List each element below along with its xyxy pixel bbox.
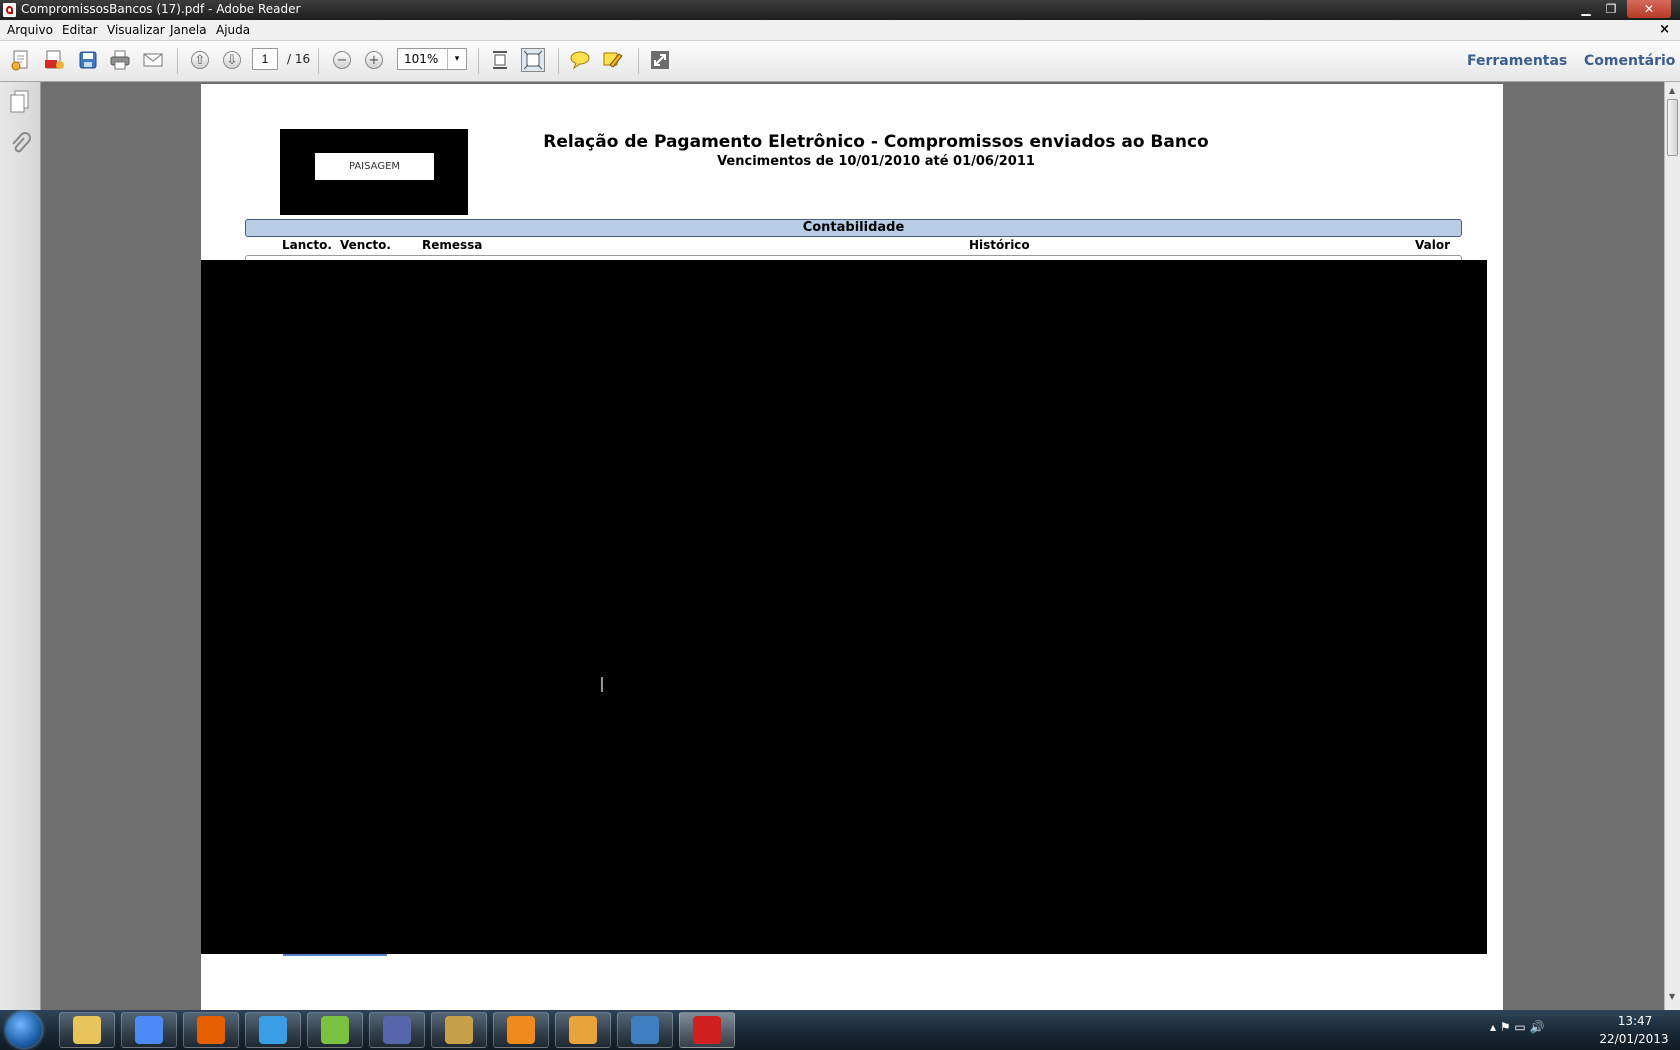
zoom-in-button[interactable]: + <box>362 48 386 72</box>
maximize-button[interactable]: ❐ <box>1600 0 1622 18</box>
zoom-select[interactable]: 101% ▾ <box>397 48 467 70</box>
close-document-button[interactable]: × <box>1659 22 1670 37</box>
report-subtitle: Vencimentos de 10/01/2010 até 01/06/2011 <box>717 154 1035 169</box>
s-app-icon <box>631 1016 659 1044</box>
fit-page-button[interactable] <box>521 48 545 72</box>
fit-width-button[interactable] <box>488 48 512 72</box>
taskbar-internet-explorer[interactable] <box>245 1012 301 1048</box>
tools-panel-button[interactable]: Ferramentas <box>1467 53 1567 69</box>
firefox-icon <box>197 1016 225 1044</box>
navigation-pane <box>0 82 41 1010</box>
menu-editar[interactable]: Editar <box>62 23 98 37</box>
zoom-out-button[interactable]: − <box>330 48 354 72</box>
chrome-icon <box>135 1016 163 1044</box>
text-cursor-icon: Ι <box>599 673 605 697</box>
expand-icon <box>651 51 669 69</box>
scrollbar-thumb[interactable] <box>1667 99 1678 156</box>
notepad-icon <box>321 1016 349 1044</box>
minimize-button[interactable]: ▁ <box>1575 0 1597 18</box>
close-window-button[interactable]: ✕ <box>1627 0 1671 18</box>
adobe-reader-icon <box>3 3 16 17</box>
taskbar-tools[interactable] <box>431 1012 487 1048</box>
page-total: / 16 <box>287 52 311 66</box>
internet-explorer-icon <box>259 1016 287 1044</box>
clock-time[interactable]: 13:47 <box>1605 1014 1665 1028</box>
vertical-scrollbar[interactable]: ▲ ▼ <box>1664 82 1680 1010</box>
print-icon[interactable] <box>108 48 132 72</box>
column-remessa: Remessa <box>422 238 483 252</box>
comment-panel-button[interactable]: Comentário <box>1584 53 1675 69</box>
menu-arquivo[interactable]: Arquivo <box>7 23 53 37</box>
column-vencto: Vencto. <box>340 238 391 252</box>
next-page-button[interactable]: ⇩ <box>220 48 244 72</box>
company-logo: PAISAGEM <box>280 129 468 215</box>
highlight-button[interactable] <box>601 48 625 72</box>
zoom-value: 101% <box>404 52 439 66</box>
taskbar-media[interactable] <box>555 1012 611 1048</box>
report-title: Relação de Pagamento Eletrônico - Compro… <box>543 132 1209 152</box>
column-valor: Valor <box>1415 238 1451 252</box>
toolbar-separator <box>478 48 479 74</box>
menu-janela[interactable]: Janela <box>170 23 207 37</box>
taskbar-notepad[interactable] <box>307 1012 363 1048</box>
pages-icon[interactable] <box>9 90 31 117</box>
pdf-convert-icon[interactable] <box>42 48 66 72</box>
link-underline <box>283 954 387 956</box>
chevron-down-icon[interactable]: ▾ <box>447 49 466 69</box>
taskbar-s-app[interactable] <box>617 1012 673 1048</box>
save-icon[interactable] <box>76 48 100 72</box>
taskbar-firefox[interactable] <box>183 1012 239 1048</box>
window-title: CompromissosBancos (17).pdf - Adobe Read… <box>21 2 301 16</box>
document-viewport[interactable]: PAISAGEM Relação de Pagamento Eletrônico… <box>41 82 1664 1010</box>
window-titlebar: CompromissosBancos (17).pdf - Adobe Read… <box>0 0 1680 20</box>
highlighter-icon <box>603 52 623 68</box>
email-icon[interactable] <box>141 48 165 72</box>
previous-page-button[interactable]: ⇧ <box>188 48 212 72</box>
tools-icon <box>445 1016 473 1044</box>
toolbar-separator <box>177 48 178 74</box>
taskbar-flame[interactable] <box>493 1012 549 1048</box>
menu-visualizar[interactable]: Visualizar <box>107 23 165 37</box>
column-historico: Histórico <box>969 238 1030 252</box>
system-tray[interactable]: ▴ ⚑ ▭ 🔊 <box>1490 1020 1545 1034</box>
clock-date[interactable]: 22/01/2013 <box>1594 1032 1674 1046</box>
menu-ajuda[interactable]: Ajuda <box>216 23 250 37</box>
media-icon <box>569 1016 597 1044</box>
adobe-reader-icon <box>693 1016 721 1044</box>
taskbar-adobe-reader[interactable] <box>679 1012 735 1048</box>
paperclip-icon[interactable] <box>9 132 31 159</box>
taskbar-explorer[interactable] <box>59 1012 115 1048</box>
logo-label: PAISAGEM <box>315 153 434 180</box>
menu-bar: Arquivo Editar Visualizar Janela Ajuda × <box>0 20 1680 41</box>
section-header: Contabilidade <box>245 219 1462 237</box>
fit-page-icon <box>523 50 543 70</box>
redacted-region <box>201 260 1487 954</box>
page-number-input[interactable] <box>252 48 278 70</box>
scroll-mode-icon <box>493 51 507 69</box>
toolbar-separator <box>558 48 559 74</box>
speech-bubble-icon <box>570 51 590 70</box>
toolbar-separator <box>318 48 319 74</box>
comment-note-button[interactable] <box>568 48 592 72</box>
start-button[interactable] <box>6 1012 42 1048</box>
toolbar-separator <box>638 48 639 74</box>
arrow-up-icon: ⇧ <box>191 51 209 69</box>
minus-icon: − <box>333 51 351 69</box>
scroll-down-icon[interactable]: ▼ <box>1669 992 1675 1001</box>
scroll-up-icon[interactable]: ▲ <box>1669 86 1675 95</box>
taskbar-chrome[interactable] <box>121 1012 177 1048</box>
arrow-down-icon: ⇩ <box>223 51 241 69</box>
plus-icon: + <box>365 51 383 69</box>
infinity-icon <box>383 1016 411 1044</box>
column-lancto: Lancto. <box>282 238 332 252</box>
create-pdf-icon[interactable] <box>9 48 33 72</box>
taskbar: ▴ ⚑ ▭ 🔊 13:47 22/01/2013 <box>0 1010 1680 1050</box>
taskbar-infinity[interactable] <box>369 1012 425 1048</box>
explorer-icon <box>73 1016 101 1044</box>
fullscreen-button[interactable] <box>648 48 672 72</box>
flame-icon <box>507 1016 535 1044</box>
